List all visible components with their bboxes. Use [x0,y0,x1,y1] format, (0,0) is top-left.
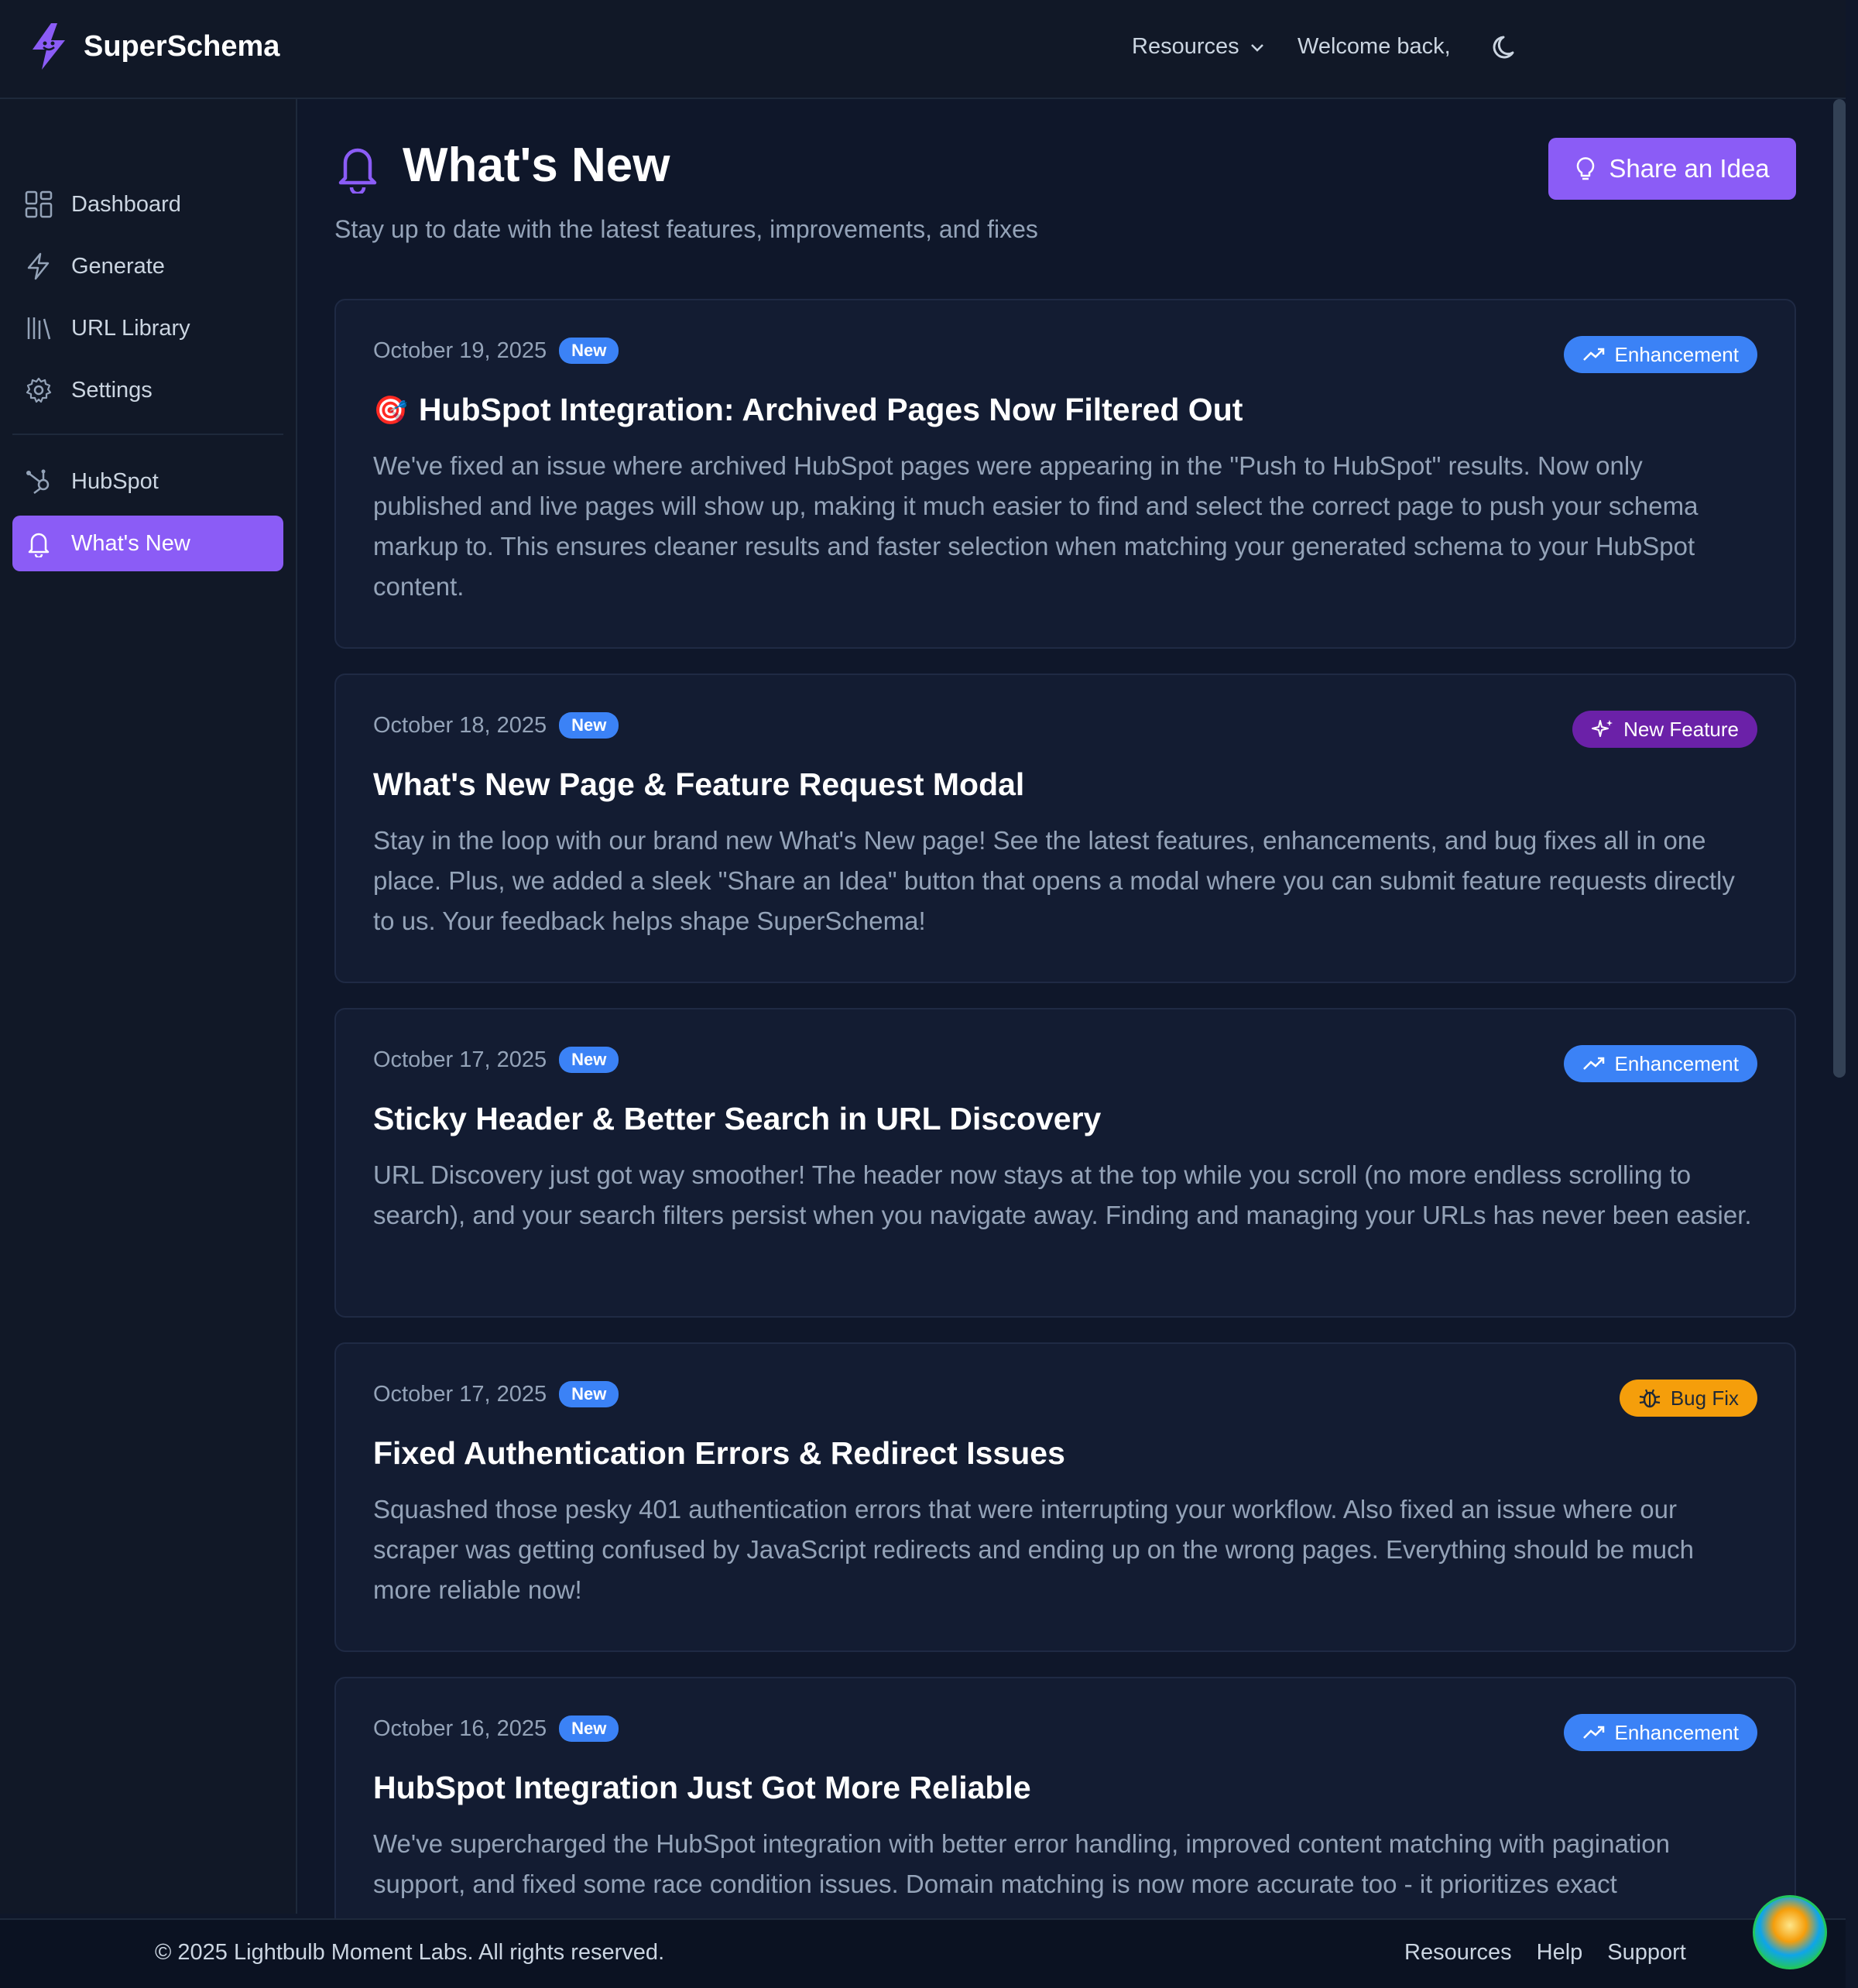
new-badge: New [559,712,619,739]
update-card: October 18, 2025 New New Feature What's … [334,674,1796,983]
resources-menu[interactable]: Resources [1132,34,1266,60]
new-badge: New [559,338,619,364]
footer-link-help[interactable]: Help [1537,1940,1583,1966]
sidebar-item-whats-new[interactable]: What's New [12,516,283,571]
sidebar-item-dashboard[interactable]: Dashboard [12,177,283,232]
enhancement-tag: Enhancement [1563,1714,1757,1751]
update-date: October 17, 2025 [373,1381,547,1407]
update-body: Squashed those pesky 401 authentication … [373,1495,1695,1604]
page-title: What's New [403,139,670,192]
sidebar-item-label: Dashboard [71,191,181,217]
sidebar-item-label: Settings [71,377,153,403]
share-idea-label: Share an Idea [1609,154,1770,183]
target-emoji-icon: 🎯 [373,393,408,426]
footer-links: Resources Help Support [1404,1940,1686,1966]
update-title: Fixed Authentication Errors & Redirect I… [373,1435,1065,1471]
update-body: We've fixed an issue where archived HubS… [373,451,1699,601]
update-body: We've supercharged the HubSpot integrati… [373,1829,1671,1898]
sidebar-item-settings[interactable]: Settings [12,362,283,418]
dashboard-icon [25,190,53,218]
update-date-row: October 17, 2025 New [373,1381,619,1407]
update-card: October 19, 2025 New Enhancement 🎯 HubSp… [334,299,1796,649]
sidebar-item-url-library[interactable]: URL Library [12,300,283,356]
update-date-row: October 19, 2025 New [373,338,619,364]
moon-icon [1493,36,1514,59]
page-subtitle: Stay up to date with the latest features… [334,215,1038,243]
resources-label: Resources [1132,34,1239,59]
copyright-text: © 2025 Lightbulb Moment Labs. All rights… [155,1940,665,1965]
trending-up-icon [1582,348,1604,361]
app-name: SuperSchema [84,29,280,63]
sidebar-item-label: URL Library [71,315,190,341]
update-date: October 16, 2025 [373,1716,547,1741]
update-date: October 17, 2025 [373,1047,547,1072]
footer: © 2025 Lightbulb Moment Labs. All rights… [0,1918,1846,1988]
new-badge: New [559,1047,619,1073]
update-card: October 17, 2025 New Enhancement Sticky … [334,1008,1796,1318]
bell-icon [334,142,381,197]
app-logo[interactable]: SuperSchema [28,22,279,71]
chevron-down-icon [1250,43,1263,52]
bug-icon [1639,1389,1661,1408]
welcome-text: Welcome back, [1298,34,1451,59]
sidebar-item-hubspot[interactable]: HubSpot [12,454,283,509]
sidebar-item-generate[interactable]: Generate [12,238,283,294]
top-bar: SuperSchema Resources Welcome back, [0,0,1846,99]
share-idea-button[interactable]: Share an Idea [1548,138,1796,200]
update-date: October 19, 2025 [373,338,547,363]
sidebar-item-label: HubSpot [71,468,159,494]
bug-fix-tag: Bug Fix [1619,1380,1757,1417]
tag-label: New Feature [1623,717,1739,741]
sparkles-icon [1592,720,1613,737]
update-title: What's New Page & Feature Request Modal [373,766,1025,802]
theme-toggle-button[interactable] [1491,33,1522,67]
update-title: HubSpot Integration Just Got More Reliab… [373,1770,1031,1805]
update-title: Sticky Header & Better Search in URL Dis… [373,1101,1102,1136]
sidebar-item-label: Generate [71,253,165,279]
update-body: Stay in the loop with our brand new What… [373,826,1735,935]
tag-label: Bug Fix [1670,1386,1739,1410]
footer-link-support[interactable]: Support [1607,1940,1686,1966]
enhancement-tag: Enhancement [1563,1045,1757,1082]
update-title-text: HubSpot Integration: Archived Pages Now … [418,392,1243,427]
update-date: October 18, 2025 [373,712,547,738]
update-date-row: October 17, 2025 New [373,1047,619,1073]
lightbulb-icon [1577,157,1595,180]
update-title: 🎯 HubSpot Integration: Archived Pages No… [373,392,1243,428]
enhancement-tag: Enhancement [1563,336,1757,373]
sidebar-divider [12,434,283,435]
new-badge: New [559,1716,619,1742]
hubspot-icon [26,469,50,494]
tag-label: Enhancement [1614,1720,1739,1744]
bell-icon [28,533,50,557]
library-icon [27,317,51,340]
sidebar-item-label: What's New [71,530,190,556]
tag-label: Enhancement [1614,342,1739,366]
update-date-row: October 16, 2025 New [373,1716,619,1742]
gear-icon [26,377,52,403]
tag-label: Enhancement [1614,1051,1739,1075]
update-body: URL Discovery just got way smoother! The… [373,1160,1752,1229]
scrollbar[interactable] [1833,99,1846,1078]
trending-up-icon [1582,1726,1604,1739]
avatar[interactable] [1753,1895,1827,1969]
update-card: October 17, 2025 New Bug Fix Fixed Authe… [334,1342,1796,1652]
sidebar: Dashboard Generate URL Library Settings [0,99,297,1914]
update-date-row: October 18, 2025 New [373,712,619,739]
new-feature-tag: New Feature [1572,711,1757,748]
trending-up-icon [1582,1057,1604,1070]
lightning-icon [27,252,50,280]
footer-link-resources[interactable]: Resources [1404,1940,1512,1966]
new-badge: New [559,1381,619,1407]
lightning-logo-icon [33,23,65,70]
